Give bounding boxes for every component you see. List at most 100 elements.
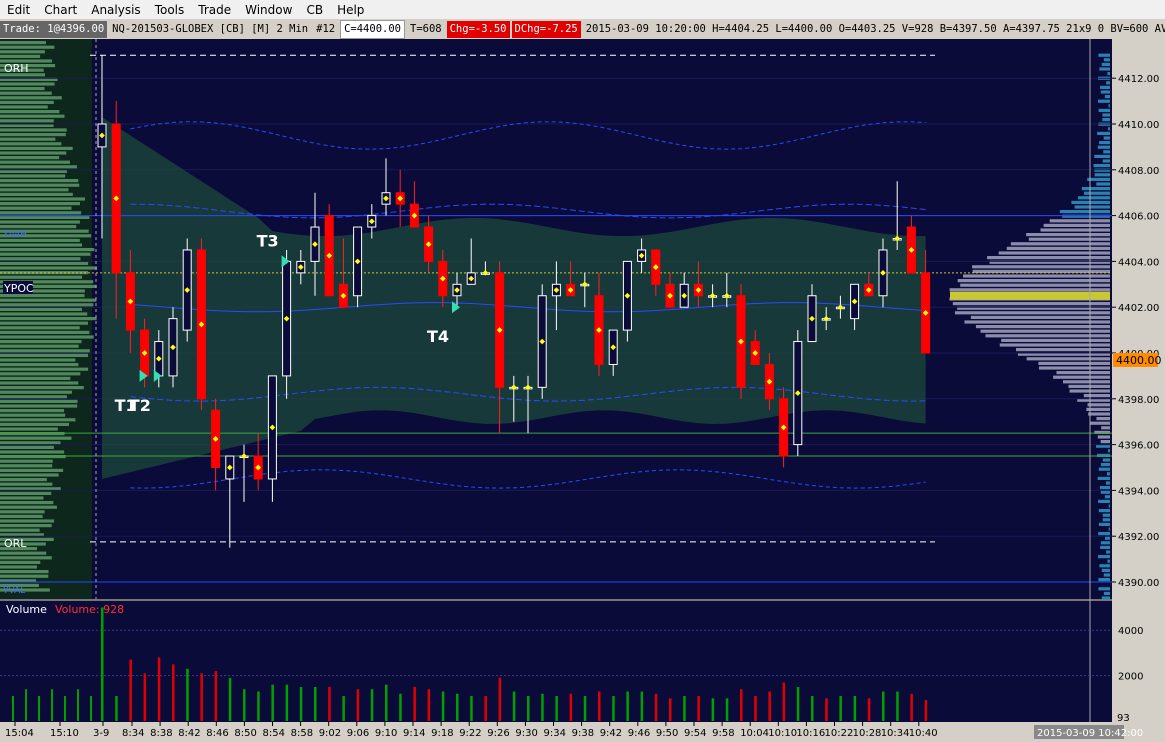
- profile-left-bar: [0, 96, 62, 100]
- volume-bar: [115, 696, 118, 721]
- volume-bar: [498, 677, 502, 721]
- volume-bar: [370, 689, 374, 721]
- profile-left-bar: [0, 119, 54, 123]
- volume-bar: [839, 696, 842, 721]
- volume-bar: [143, 673, 147, 721]
- volume-tick-label: 2000: [1118, 672, 1143, 683]
- chart-info-bar: Trade: 1@4396.00 NQ-201503-GLOBEX [CB] […: [0, 19, 1165, 39]
- volume-bar-presession: [51, 689, 53, 721]
- profile-left-bar: [0, 399, 78, 403]
- volume-bar: [640, 691, 644, 721]
- daily-change-field: DChg=-7.25: [511, 20, 581, 38]
- profile-left-bar: [0, 41, 46, 45]
- profile-right-bar: [1099, 141, 1110, 145]
- profile-right-bar: [1106, 472, 1110, 476]
- menu-item-edit[interactable]: Edit: [0, 3, 37, 17]
- volume-bar: [342, 696, 345, 721]
- price-tick-label: 4398.00: [1118, 395, 1159, 406]
- menu-item-tools[interactable]: Tools: [148, 3, 192, 17]
- profile-left-bar: [0, 261, 89, 265]
- profile-left-bar: [0, 556, 52, 560]
- profile-left-bar: [0, 133, 66, 137]
- profile-left-bar: [0, 151, 67, 155]
- profile-right-bar: [1106, 81, 1110, 85]
- price-tick-label: 4406.00: [1118, 212, 1159, 223]
- profile-left-bar: [0, 491, 52, 495]
- profile-right-bar: [987, 256, 1110, 260]
- profile-left-bar: [0, 156, 60, 160]
- time-tick-label: 8:54: [263, 728, 285, 739]
- time-tick-label: 9:06: [347, 728, 369, 739]
- profile-right-bar: [1059, 210, 1110, 214]
- profile-right-bar: [1102, 159, 1110, 163]
- time-tick-label: 10:04: [740, 728, 769, 739]
- profile-right-bar: [1071, 200, 1110, 204]
- profile-right-bar: [998, 251, 1110, 255]
- profile-right-bar: [1101, 596, 1110, 600]
- profile-left-bar: [0, 275, 83, 279]
- menu-item-cb[interactable]: CB: [299, 3, 330, 17]
- volume-bar: [527, 696, 530, 721]
- profile-left-bar: [0, 326, 80, 330]
- profile-left-bar: [0, 179, 79, 183]
- price-tick-label: 4402.00: [1118, 303, 1159, 314]
- price-tick-label: 4412.00: [1118, 74, 1159, 85]
- instrument-label[interactable]: NQ-201503-GLOBEX [CB] [M] 2 Min: [109, 21, 311, 38]
- time-tick-label: 10:10: [768, 728, 797, 739]
- time-tick-label: 8:42: [178, 728, 200, 739]
- profile-left-bar: [0, 353, 89, 357]
- volume-bar: [711, 698, 715, 721]
- profile-right-bar: [1104, 95, 1110, 99]
- menu-item-analysis[interactable]: Analysis: [84, 3, 147, 17]
- volume-corner: 93: [1117, 713, 1130, 724]
- menu-item-window[interactable]: Window: [238, 3, 299, 17]
- profile-right-bar: [1097, 145, 1110, 149]
- volume-bar-presession: [77, 689, 79, 721]
- volume-bar-presession: [38, 696, 40, 721]
- profile-right-bar: [1099, 67, 1110, 71]
- profile-left-bar: [0, 560, 41, 564]
- poc-highlight: [950, 291, 1110, 300]
- profile-left-bar: [0, 128, 67, 132]
- profile-right-bar: [1103, 58, 1110, 62]
- time-tick-label: 9:42: [600, 728, 622, 739]
- profile-left-bar: [0, 335, 94, 339]
- profile-left-bar: [0, 413, 66, 417]
- profile-right-bar: [1102, 458, 1110, 462]
- profile-right-bar: [1006, 246, 1110, 250]
- profile-left-bar: [0, 206, 72, 210]
- profile-left-bar: [0, 321, 88, 325]
- trade-field: Trade: 1@4396.00: [0, 20, 108, 38]
- time-tick-label: 8:46: [206, 728, 228, 739]
- profile-left-bar: [0, 372, 81, 376]
- profile-left-bar: [0, 524, 52, 528]
- menu-item-help[interactable]: Help: [330, 3, 371, 17]
- volume-bar: [853, 696, 857, 721]
- menu-item-trade[interactable]: Trade: [191, 3, 238, 17]
- profile-left-bar: [0, 91, 52, 95]
- volume-bar: [186, 668, 189, 721]
- volume-bar: [683, 696, 686, 721]
- profile-left-bar: [0, 404, 78, 408]
- profile-right-bar: [1096, 417, 1110, 421]
- chart-canvas[interactable]: T1T2T3T4 4390.004392.004394.004396.00439…: [0, 39, 1165, 742]
- profile-right-bar: [1098, 53, 1110, 57]
- profile-left-bar: [0, 565, 37, 569]
- profile-right-bar: [1097, 131, 1110, 135]
- menu-item-chart[interactable]: Chart: [37, 3, 84, 17]
- profile-left-bar: [0, 459, 53, 463]
- profile-left-bar: [0, 386, 84, 390]
- volume-bar: [612, 696, 615, 721]
- profile-right-bar: [1074, 205, 1110, 209]
- profile-right-bar: [1098, 578, 1110, 582]
- profile-right-bar: [1107, 559, 1110, 563]
- profile-right-bar: [1104, 495, 1110, 499]
- volume-bar: [328, 686, 331, 721]
- profile-right-bar: [1098, 555, 1110, 559]
- volume-bar: [555, 696, 558, 721]
- profile-right-bar: [999, 343, 1110, 347]
- volume-title: Volume: [6, 603, 47, 616]
- timestamp-text: 2015-03-09 10:42:00: [1037, 728, 1143, 739]
- profile-right-bar: [1101, 426, 1110, 430]
- profile-left-bar: [0, 192, 73, 196]
